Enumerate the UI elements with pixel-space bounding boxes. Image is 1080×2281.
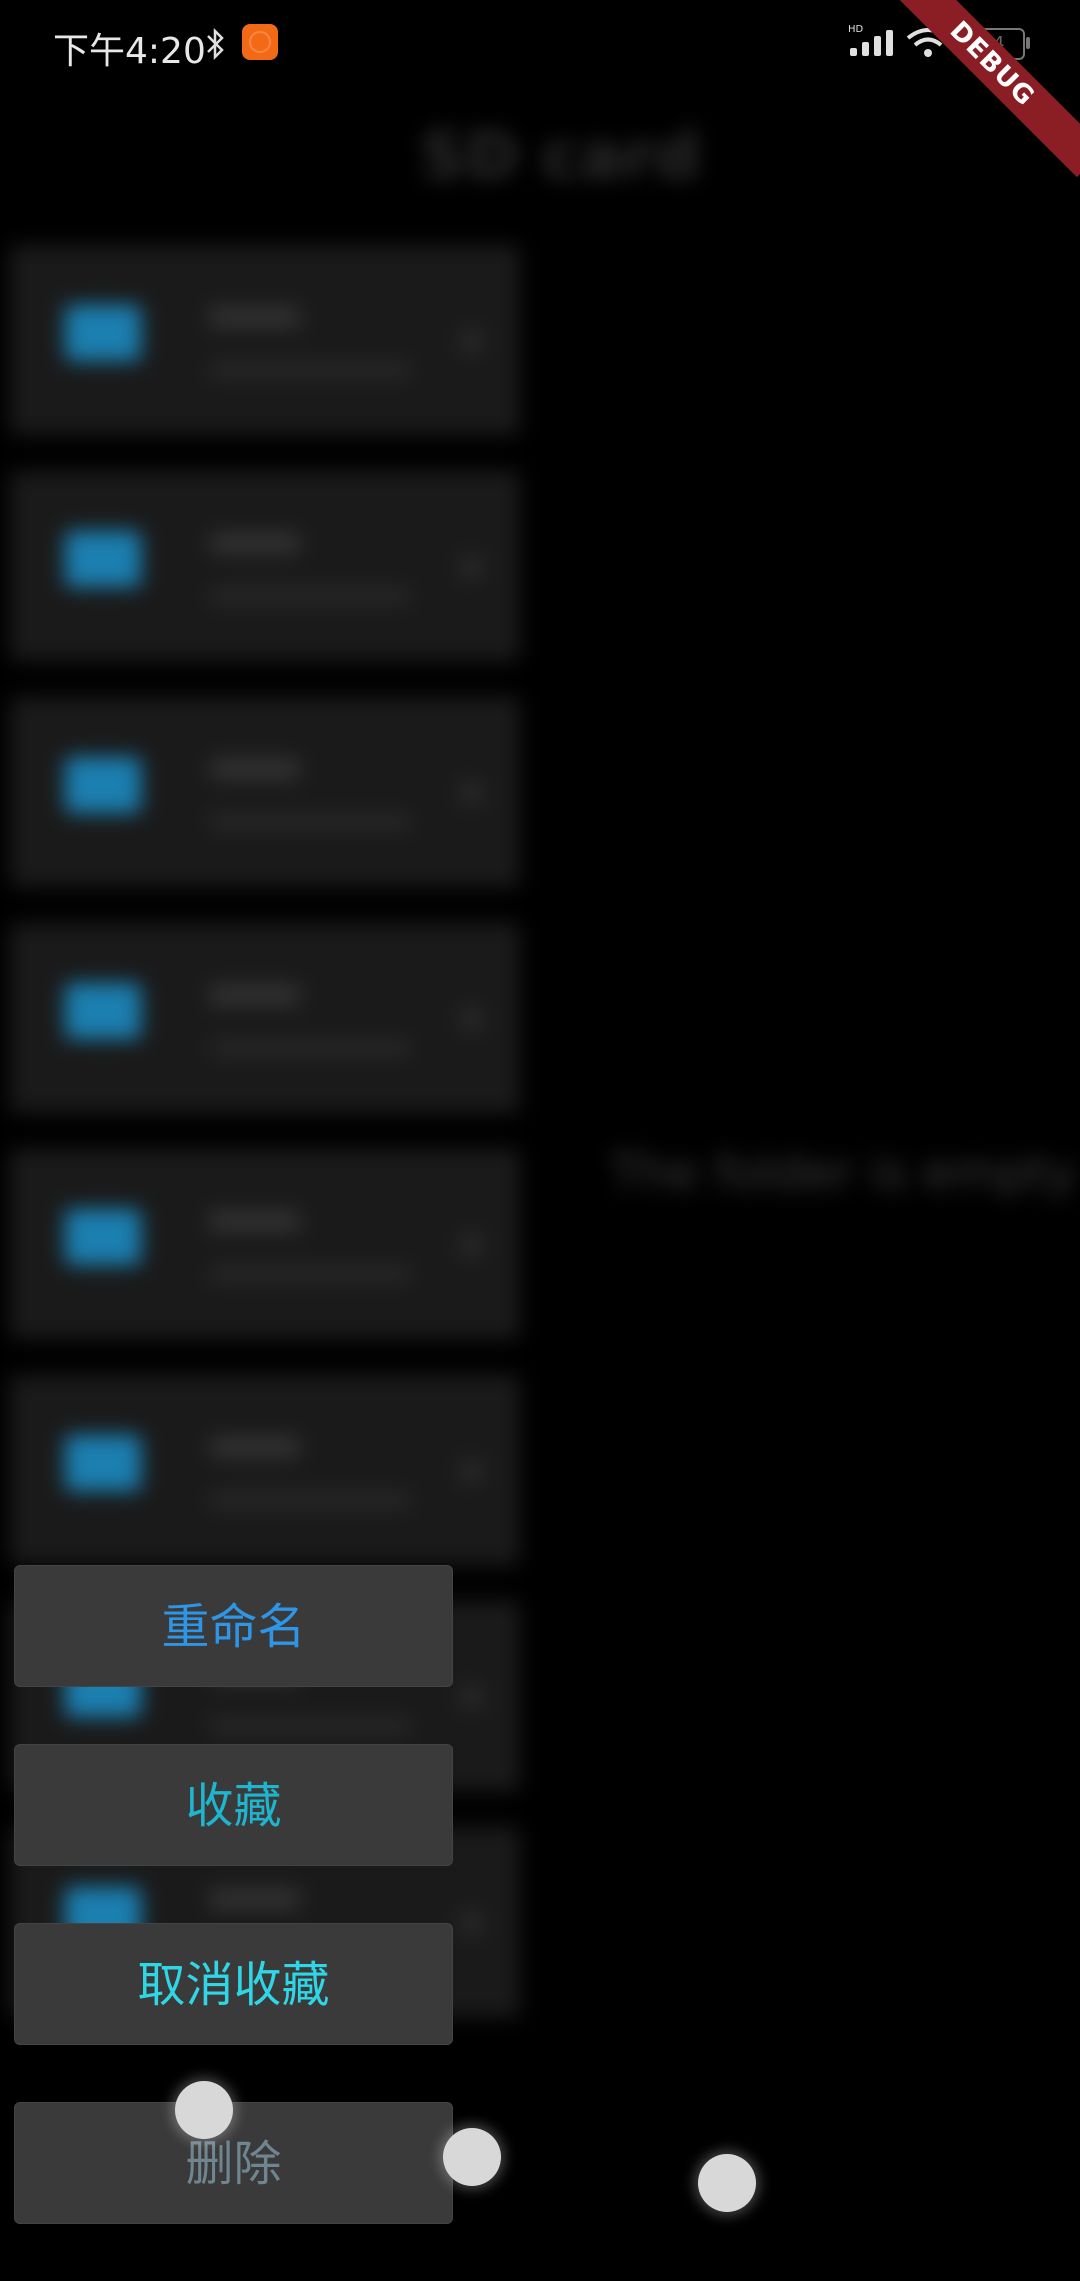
list-item bbox=[10, 1149, 520, 1339]
touch-indicator bbox=[175, 2081, 233, 2139]
folder-icon bbox=[65, 757, 141, 813]
folder-icon bbox=[65, 1209, 141, 1265]
status-time: 下午4:20 bbox=[53, 31, 206, 72]
item-meta bbox=[210, 1041, 410, 1055]
item-name bbox=[210, 1211, 300, 1231]
empty-folder-message: The folder is empty bbox=[610, 1145, 1077, 1201]
chevron-right-icon bbox=[460, 1460, 482, 1482]
touch-indicator bbox=[698, 2154, 756, 2212]
chevron-right-icon bbox=[460, 330, 482, 352]
delete-button[interactable]: 删除 bbox=[14, 2102, 453, 2224]
item-meta bbox=[210, 589, 410, 603]
list-item bbox=[10, 697, 520, 887]
item-name bbox=[210, 1437, 300, 1457]
signal-icon: HD bbox=[848, 24, 893, 56]
touch-indicator bbox=[443, 2128, 501, 2186]
item-name bbox=[210, 759, 300, 779]
chevron-right-icon bbox=[460, 1234, 482, 1256]
item-meta bbox=[210, 815, 410, 829]
context-menu: 重命名 收藏 取消收藏 删除 bbox=[14, 1565, 453, 2281]
chevron-right-icon bbox=[460, 1912, 482, 1934]
list-item bbox=[10, 1375, 520, 1565]
item-meta bbox=[210, 1267, 410, 1281]
favorite-button[interactable]: 收藏 bbox=[14, 1744, 453, 1866]
folder-icon bbox=[65, 1435, 141, 1491]
chevron-right-icon bbox=[460, 556, 482, 578]
folder-icon bbox=[65, 983, 141, 1039]
item-name bbox=[210, 985, 300, 1005]
app-badge-icon bbox=[242, 24, 278, 60]
svg-text:HD: HD bbox=[848, 24, 864, 35]
chevron-right-icon bbox=[460, 782, 482, 804]
item-name bbox=[210, 533, 300, 553]
folder-icon bbox=[65, 531, 141, 587]
status-bar: 下午4:20 HD 64 DEBUG bbox=[0, 0, 1080, 178]
folder-icon bbox=[65, 305, 141, 361]
page-title: SD card bbox=[420, 120, 700, 194]
rename-button[interactable]: 重命名 bbox=[14, 1565, 453, 1687]
list-item bbox=[10, 923, 520, 1113]
item-meta bbox=[210, 1493, 410, 1507]
battery-cap bbox=[1026, 37, 1030, 49]
item-meta bbox=[210, 363, 410, 377]
item-name bbox=[210, 307, 300, 327]
chevron-right-icon bbox=[460, 1008, 482, 1030]
list-item bbox=[10, 245, 520, 435]
unfavorite-button[interactable]: 取消收藏 bbox=[14, 1923, 453, 2045]
list-item bbox=[10, 471, 520, 661]
bluetooth-icon bbox=[207, 27, 224, 61]
chevron-right-icon bbox=[460, 1686, 482, 1708]
